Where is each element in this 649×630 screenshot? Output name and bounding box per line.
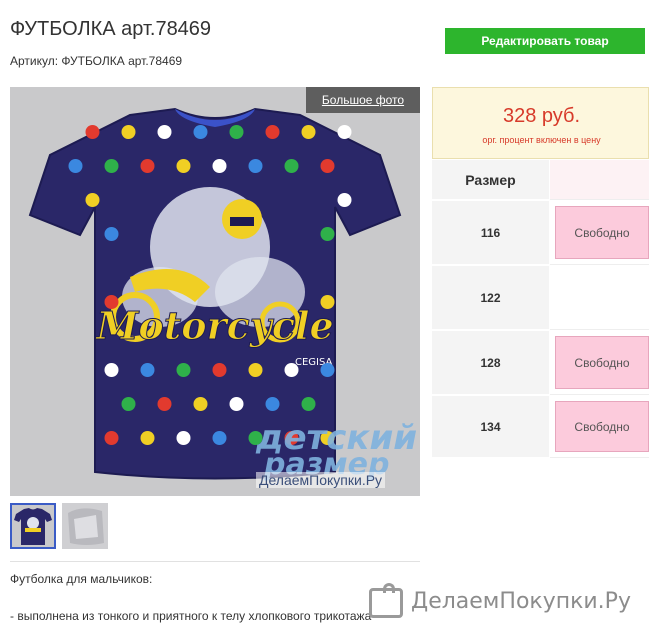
helmet-dot [212, 431, 227, 445]
helmet-dot [193, 397, 208, 411]
size-row: 128 Свободно [432, 331, 649, 395]
helmet-dot [140, 431, 155, 445]
helmet-dot [337, 125, 352, 139]
description-line-1: Футболка для мальчиков: [10, 572, 153, 586]
helmet-dot [337, 193, 352, 207]
helmet-dot [140, 159, 155, 173]
footer-logo-text: ДелаемПокупки.Ру [411, 589, 631, 614]
size-status-cell: Свободно [550, 396, 649, 458]
helmet-dot [176, 159, 191, 173]
helmet-dot [85, 125, 100, 139]
thumbnail-1[interactable] [10, 503, 56, 549]
helmet-dot [248, 159, 263, 173]
price-value: 328 руб. [502, 105, 581, 127]
helmet-dot [121, 397, 136, 411]
helmet-dot [284, 363, 299, 377]
size-status-cell-empty [550, 266, 649, 330]
helmet-dot [157, 397, 172, 411]
helmet-dot [320, 295, 335, 309]
watermark-line-3: ДелаемПокупки.Ру [256, 472, 386, 488]
product-title: ФУТБОЛКА арт.78469 [10, 18, 212, 40]
price-box: 328 руб. орг. процент включен в цену [432, 87, 649, 159]
size-row: 122 [432, 266, 649, 330]
helmet-dot [193, 125, 208, 139]
helmet-dot [157, 125, 172, 139]
helmet-dot [320, 159, 335, 173]
helmet-dot [104, 295, 119, 309]
helmet-dot [104, 431, 119, 445]
big-photo-button[interactable]: Большое фото [306, 87, 420, 113]
edit-product-button[interactable]: Редактировать товар [445, 28, 645, 54]
size-value: 116 [432, 201, 549, 265]
helmet-dot [229, 397, 244, 411]
tshirt-thumbnail-icon [12, 505, 54, 547]
size-table-header: Размер [432, 160, 649, 200]
helmet-dot [301, 397, 316, 411]
size-128-free-button[interactable]: Свободно [555, 336, 649, 389]
size-header-status [550, 160, 649, 200]
size-status-cell: Свободно [550, 201, 649, 265]
footer-logo[interactable]: ДелаемПокупки.Ру [367, 583, 649, 620]
size-row: 134 Свободно [432, 396, 649, 458]
helmet-dot [140, 363, 155, 377]
helmet-dot [68, 159, 83, 173]
helmet-dot [284, 159, 299, 173]
description-line-2: - выполнена из тонкого и приятного к тел… [10, 609, 372, 623]
helmet-dot [301, 125, 316, 139]
helmet-dot [248, 363, 263, 377]
helmet-dot [320, 363, 335, 377]
helmet-dot [85, 193, 100, 207]
size-value: 122 [432, 266, 549, 330]
helmet-dot [104, 227, 119, 241]
size-value: 128 [432, 331, 549, 395]
shirt-print-text: Motorcycle [94, 303, 333, 348]
helmet-dot [212, 363, 227, 377]
product-sku: Артикул: ФУТБОЛКА арт.78469 [10, 54, 183, 68]
helmet-dot [265, 397, 280, 411]
thumbnail-2[interactable] [62, 503, 108, 549]
helmet-dot [212, 159, 227, 173]
helmet-dot [320, 227, 335, 241]
size-row: 116 Свободно [432, 201, 649, 265]
helmet-dot [229, 125, 244, 139]
size-status-cell: Свободно [550, 331, 649, 395]
size-value: 134 [432, 396, 549, 458]
helmet-dot [176, 431, 191, 445]
helmet-dot [265, 125, 280, 139]
helmet-dot [104, 363, 119, 377]
tshirt-detail-thumbnail-icon [62, 503, 108, 549]
shopping-bag-icon [369, 583, 403, 618]
helmet-dot [104, 159, 119, 173]
price-note: орг. процент включен в цену [482, 135, 601, 145]
size-116-free-button[interactable]: Свободно [555, 206, 649, 259]
helmet-dot [121, 125, 136, 139]
helmet-dot [176, 363, 191, 377]
size-134-free-button[interactable]: Свободно [555, 401, 649, 452]
divider [10, 561, 420, 562]
size-header-label: Размер [432, 160, 549, 200]
